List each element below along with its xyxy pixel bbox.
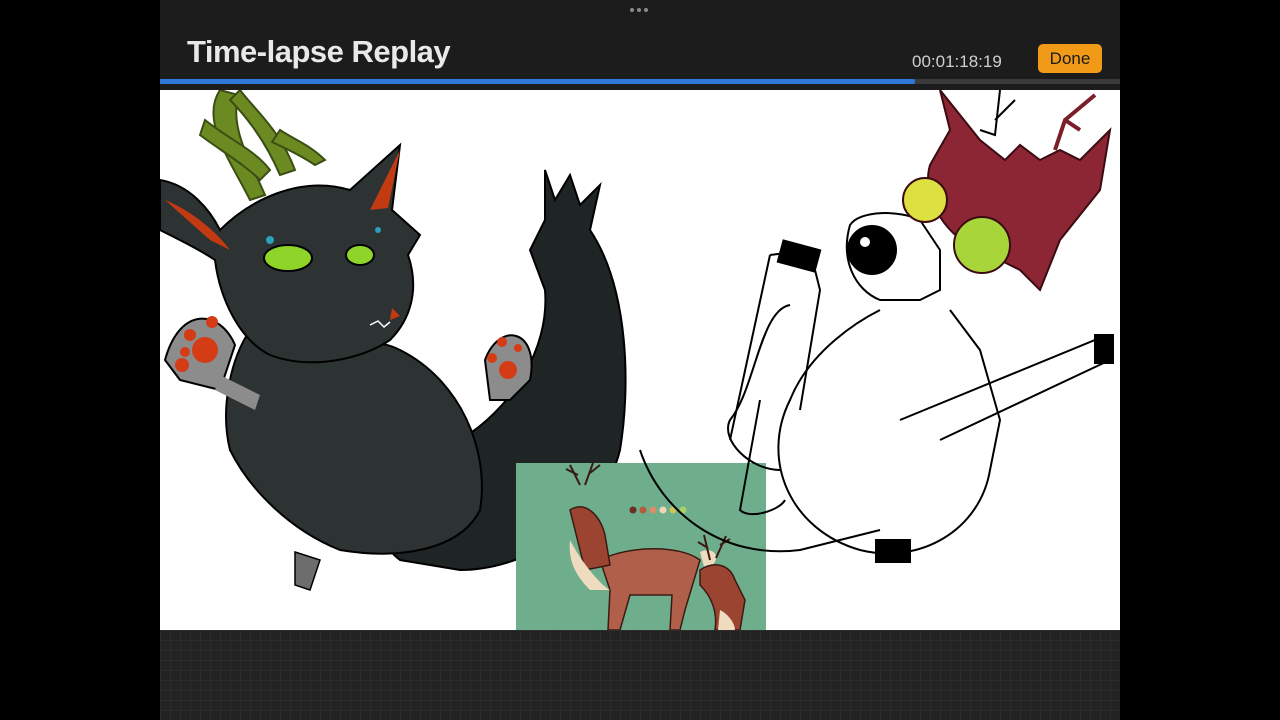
replay-scrubber[interactable] (160, 79, 1120, 84)
drawing-canvas[interactable] (160, 90, 1120, 630)
deer-reference-image (516, 462, 766, 630)
done-button[interactable]: Done (1038, 44, 1102, 73)
bottom-panel (160, 630, 1120, 720)
timelapse-replay-window: Time-lapse Replay 00:01:18:19 Done (160, 0, 1120, 720)
artwork (160, 90, 1114, 630)
timecode-readout: 00:01:18:19 (912, 52, 1002, 71)
page-title: Time-lapse Replay (187, 34, 451, 69)
drag-handle-icon[interactable] (630, 8, 650, 14)
replay-progress-fill (160, 79, 915, 84)
